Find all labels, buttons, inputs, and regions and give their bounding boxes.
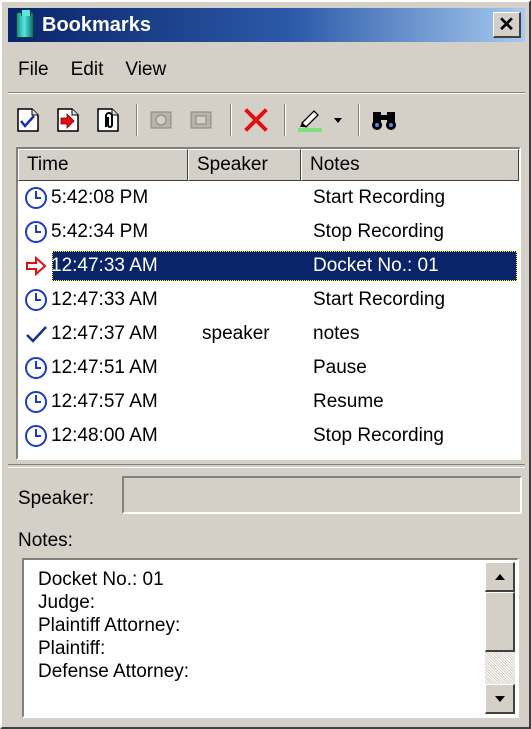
new-bookmark-button[interactable]: [10, 102, 46, 138]
bookmarks-window: Bookmarks ✕ File Edit View Time Speaker …: [0, 0, 531, 729]
notes-label: Notes:: [18, 530, 73, 551]
list-row[interactable]: 12:47:51 AM Pause: [18, 351, 519, 385]
menu-divider: [8, 92, 525, 94]
cell-notes: Stop Recording: [313, 425, 444, 446]
window-title: Bookmarks: [42, 13, 151, 36]
list-row[interactable]: 12:47:37 AM speaker notes: [18, 317, 519, 351]
notes-line: Judge:: [38, 592, 96, 613]
notes-line: Docket No.: 01: [38, 569, 164, 590]
clock-icon: [24, 390, 48, 414]
clock-icon: [24, 288, 48, 312]
chevron-down-icon: [334, 118, 342, 123]
speaker-field[interactable]: [122, 476, 522, 514]
delete-button[interactable]: [238, 102, 274, 138]
clock-icon: [24, 356, 48, 380]
notes-textarea[interactable]: Docket No.: 01 Judge: Plaintiff Attorney…: [22, 558, 519, 718]
delete-x-icon: [244, 108, 268, 132]
cell-time: 12:47:51 AM: [18, 356, 188, 380]
highlight-dropdown-button[interactable]: [292, 102, 348, 138]
arrow-up-icon: [494, 573, 505, 580]
scroll-thumb[interactable]: [485, 592, 515, 652]
speaker-label: Speaker:: [18, 488, 95, 509]
cell-time: 12:47:33 AM: [18, 288, 188, 312]
time-text: 12:48:00 AM: [51, 425, 158, 446]
clock-icon: [24, 220, 48, 244]
clock-icon: [24, 424, 48, 448]
arrow-right-icon: [24, 254, 48, 278]
cell-speaker: speaker: [202, 323, 270, 344]
title-bar[interactable]: Bookmarks ✕: [8, 8, 525, 42]
scroll-down-button[interactable]: [485, 684, 515, 714]
column-header-time[interactable]: Time: [18, 149, 188, 181]
cell-notes: Docket No.: 01: [313, 255, 439, 276]
scroll-up-button[interactable]: [485, 562, 515, 592]
time-text: 12:47:33 AM: [51, 255, 158, 276]
time-text: 12:47:37 AM: [51, 323, 158, 344]
cell-notes: Resume: [313, 391, 384, 412]
bookmark-app-icon: [16, 9, 34, 38]
find-button[interactable]: [366, 102, 402, 138]
scroll-track[interactable]: [485, 652, 515, 684]
cell-time: 5:42:34 PM: [18, 220, 188, 244]
close-button[interactable]: ✕: [493, 12, 521, 38]
cell-time: 12:48:00 AM: [18, 424, 188, 448]
goto-bookmark-button[interactable]: [50, 102, 86, 138]
cell-time: 12:47:57 AM: [18, 390, 188, 414]
cell-notes: Start Recording: [313, 289, 446, 310]
notes-line: Plaintiff:: [38, 638, 106, 659]
list-row[interactable]: 12:47:57 AM Resume: [18, 385, 519, 419]
menu-view[interactable]: View: [115, 59, 178, 81]
time-text: 12:47:51 AM: [51, 357, 158, 378]
arrow-document-icon: [57, 108, 79, 132]
notes-content: Docket No.: 01 Judge: Plaintiff Attorney…: [38, 568, 478, 683]
list-row[interactable]: 12:48:00 AM Stop Recording: [18, 419, 519, 453]
cell-notes: Pause: [313, 357, 367, 378]
check-document-icon: [17, 108, 39, 132]
toolbar-separator: [230, 104, 232, 136]
list-row[interactable]: 5:42:08 PM Start Recording: [18, 181, 519, 215]
cell-notes: Stop Recording: [313, 221, 444, 242]
bookmark-list[interactable]: Time Speaker Notes 5:42:08 PM Start Recor…: [16, 147, 521, 460]
arrow-down-icon: [494, 695, 505, 702]
list-row[interactable]: 12:47:33 AM Start Recording: [18, 283, 519, 317]
time-text: 12:47:33 AM: [51, 289, 158, 310]
close-icon: ✕: [498, 13, 515, 36]
attach-button[interactable]: [90, 102, 126, 138]
notes-line: Defense Attorney:: [38, 661, 190, 682]
disabled-gear-icon-2: [190, 111, 212, 129]
list-rows: 5:42:08 PM Start Recording 5:42:34 PM Stop …: [18, 181, 519, 453]
splitter[interactable]: [8, 464, 525, 468]
toolbar-separator: [358, 104, 360, 136]
time-text: 5:42:08 PM: [51, 187, 149, 208]
column-header-speaker[interactable]: Speaker: [188, 149, 301, 181]
paperclip-document-icon: [97, 108, 119, 132]
cell-time: 5:42:08 PM: [18, 186, 188, 210]
notes-scrollbar[interactable]: [485, 562, 515, 714]
list-row[interactable]: 12:47:33 AM Docket No.: 01: [18, 249, 519, 283]
time-text: 12:47:57 AM: [51, 391, 158, 412]
clock-icon: [24, 186, 48, 210]
disabled-tool-2-button[interactable]: [184, 102, 220, 138]
notes-line: Plaintiff Attorney:: [38, 615, 181, 636]
toolbar-separator: [284, 104, 286, 136]
highlighter-icon: [298, 110, 322, 132]
menu-file[interactable]: File: [8, 59, 61, 81]
disabled-gear-icon: [150, 111, 172, 129]
toolbar-separator: [136, 104, 138, 136]
cell-notes: notes: [313, 323, 360, 344]
time-text: 5:42:34 PM: [51, 221, 149, 242]
toolbar: [10, 98, 406, 142]
column-header-notes[interactable]: Notes: [301, 149, 519, 181]
menu-bar: File Edit View: [8, 52, 178, 88]
checkmark-icon: [24, 322, 48, 346]
disabled-tool-1-button[interactable]: [144, 102, 180, 138]
cell-time: 12:47:33 AM: [18, 254, 188, 278]
cell-notes: Start Recording: [313, 187, 446, 208]
list-row[interactable]: 5:42:34 PM Stop Recording: [18, 215, 519, 249]
list-header: Time Speaker Notes: [18, 149, 519, 181]
menu-edit[interactable]: Edit: [61, 59, 116, 81]
cell-time: 12:47:37 AM: [18, 322, 188, 346]
binoculars-icon: [372, 112, 396, 130]
